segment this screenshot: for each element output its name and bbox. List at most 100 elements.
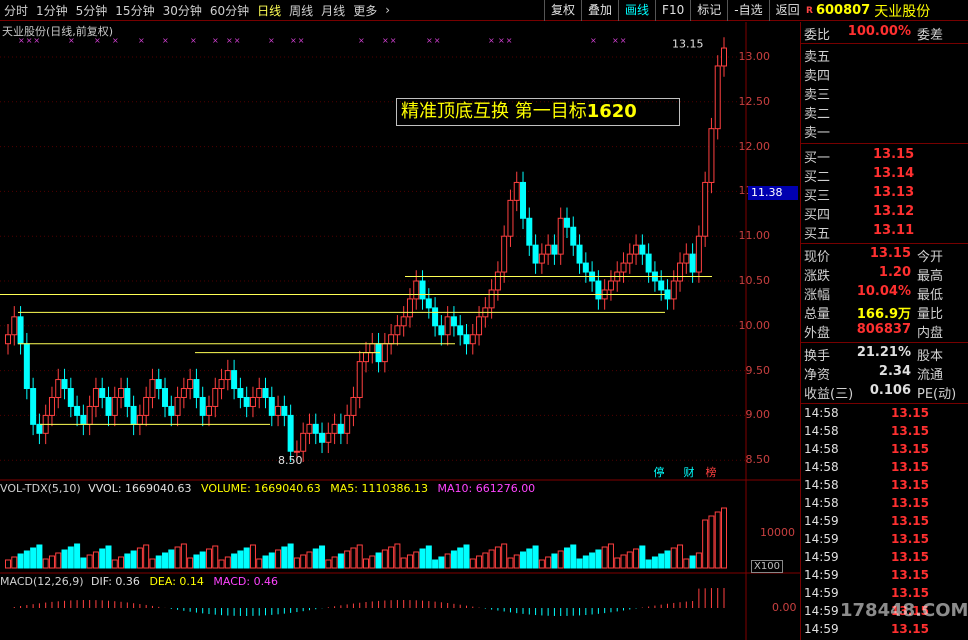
rzrq-mark: R bbox=[806, 5, 813, 16]
bid-row[interactable]: 买三 13.13 bbox=[801, 185, 968, 204]
price-tick-label: 9.00 bbox=[745, 408, 771, 422]
volume-bar bbox=[369, 555, 376, 569]
bid-row[interactable]: 买二 13.14 bbox=[801, 166, 968, 185]
period-tab-5[interactable]: 60分钟 bbox=[206, 2, 253, 19]
volume-bar bbox=[111, 559, 118, 569]
dif-value: DIF: 0.36 bbox=[91, 575, 140, 588]
period-tab-3[interactable]: 15分钟 bbox=[111, 2, 158, 19]
volume-bar bbox=[363, 558, 369, 569]
candle-body bbox=[476, 316, 483, 336]
tick-price: 13.15 bbox=[891, 550, 929, 564]
event-mark[interactable]: 停 bbox=[652, 466, 666, 480]
candle-body bbox=[381, 343, 388, 363]
candle-body bbox=[61, 379, 68, 390]
volume-bar bbox=[576, 558, 583, 569]
annotation-box[interactable]: 精准顶底互换 第一目标1620 bbox=[396, 98, 680, 126]
toolbar-button-5[interactable]: -自选 bbox=[727, 0, 768, 21]
period-tab-1[interactable]: 1分钟 bbox=[32, 2, 72, 19]
volume-indicator-bar[interactable]: VOL-TDX(5,10) VVOL: 1669040.63 VOLUME: 1… bbox=[0, 482, 535, 495]
tick-time: 14:58 bbox=[804, 424, 839, 438]
ask-row[interactable]: 卖三 bbox=[801, 84, 968, 103]
period-tab-8[interactable]: 月线 bbox=[317, 2, 349, 19]
candle-body bbox=[180, 388, 187, 398]
volume-bar bbox=[224, 556, 231, 569]
toolbar-button-1[interactable]: 叠加 bbox=[581, 0, 618, 21]
bid-price: 13.15 bbox=[873, 147, 915, 162]
price-tick-label: 8.50 bbox=[745, 453, 771, 467]
candle-body bbox=[130, 405, 137, 425]
candle-body bbox=[111, 396, 118, 416]
candle-body bbox=[457, 325, 464, 336]
more-chevron-icon[interactable]: › bbox=[381, 3, 394, 17]
ask-row[interactable]: 卖一 bbox=[801, 122, 968, 141]
volume-bar bbox=[256, 558, 263, 569]
volume-indicator-name[interactable]: VOL-TDX(5,10) bbox=[0, 482, 81, 495]
period-tab-2[interactable]: 5分钟 bbox=[72, 2, 112, 19]
toolbar-button-3[interactable]: F10 bbox=[655, 0, 690, 21]
tick-time: 14:59 bbox=[804, 604, 839, 618]
volume-bar bbox=[658, 553, 665, 569]
volume-bar bbox=[689, 555, 696, 569]
volume-bar bbox=[42, 558, 49, 569]
tick-price: 13.15 bbox=[891, 442, 929, 456]
volume-bar bbox=[312, 548, 319, 569]
volume-bar bbox=[99, 548, 106, 569]
ask-row[interactable]: 卖四 bbox=[801, 65, 968, 84]
volume-bar bbox=[670, 547, 677, 569]
signal-mark: × bbox=[112, 36, 120, 45]
volume-bar bbox=[187, 557, 194, 569]
candle-body bbox=[249, 396, 256, 407]
candle-body bbox=[237, 388, 244, 398]
volume-bar bbox=[118, 556, 125, 569]
candle-body bbox=[463, 334, 470, 345]
period-tab-7[interactable]: 周线 bbox=[285, 2, 317, 19]
quote-label: 涨跌 bbox=[804, 269, 831, 284]
event-mark[interactable]: 榜 bbox=[704, 466, 718, 480]
macd-indicator-name[interactable]: MACD(12,26,9) bbox=[0, 575, 84, 588]
candle-body bbox=[394, 325, 401, 336]
volume-bar bbox=[105, 545, 112, 569]
volume-bar bbox=[557, 550, 564, 569]
quote-label-right: 最低 bbox=[917, 288, 944, 303]
volume-bar bbox=[287, 543, 294, 569]
quote-label: 总量 bbox=[804, 307, 831, 322]
period-tab-4[interactable]: 30分钟 bbox=[159, 2, 206, 19]
toolbar-button-2[interactable]: 画线 bbox=[618, 0, 655, 21]
candle-body bbox=[11, 316, 18, 336]
period-tab-6[interactable]: 日线 bbox=[253, 2, 285, 19]
toolbar-button-4[interactable]: 标记 bbox=[690, 0, 727, 21]
volume-bar bbox=[469, 558, 476, 569]
toolbar-button-0[interactable]: 复权 bbox=[544, 0, 581, 21]
quote-label: 净资 bbox=[804, 368, 831, 383]
volume-bar bbox=[268, 552, 275, 569]
period-tab-0[interactable]: 分时 bbox=[0, 2, 32, 19]
ask-row[interactable]: 卖五 bbox=[801, 46, 968, 65]
volume-bar bbox=[212, 545, 219, 569]
bid-row[interactable]: 买五 13.11 bbox=[801, 223, 968, 242]
period-tab-9[interactable]: 更多 bbox=[349, 2, 381, 19]
candle-body bbox=[607, 280, 614, 291]
kline-chart-area[interactable]: 13.15 8.50 天业股份(日线,前复权) ××× × × × × × × × ×× × ×× × ×… bbox=[0, 22, 800, 640]
bid-row[interactable]: 买一 13.15 bbox=[801, 147, 968, 166]
tick-time: 14:58 bbox=[804, 442, 839, 456]
candle-body bbox=[30, 388, 37, 425]
signal-mark: ×× bbox=[426, 36, 442, 45]
volume-bar bbox=[356, 544, 363, 569]
bid-label: 买五 bbox=[804, 227, 831, 242]
volume-bar bbox=[419, 548, 426, 569]
price-tick-label: 10.00 bbox=[738, 318, 771, 332]
macd-indicator-bar[interactable]: MACD(12,26,9) DIF: 0.36 DEA: 0.14 MACD: … bbox=[0, 575, 278, 588]
candle-body bbox=[262, 388, 269, 398]
weicha-label: 委差 bbox=[917, 28, 944, 43]
candle-body bbox=[350, 396, 357, 416]
event-mark[interactable]: 财 bbox=[682, 466, 696, 480]
tick-time: 14:59 bbox=[804, 568, 839, 582]
volume-unit: X100 bbox=[751, 560, 783, 573]
volume-bar bbox=[92, 551, 99, 569]
ask-row[interactable]: 卖二 bbox=[801, 103, 968, 122]
tick-price: 13.15 bbox=[891, 514, 929, 528]
volume-bar bbox=[86, 554, 93, 569]
signal-mark: ×× bbox=[612, 36, 628, 45]
bid-row[interactable]: 买四 13.12 bbox=[801, 204, 968, 223]
candle-body bbox=[419, 280, 426, 300]
